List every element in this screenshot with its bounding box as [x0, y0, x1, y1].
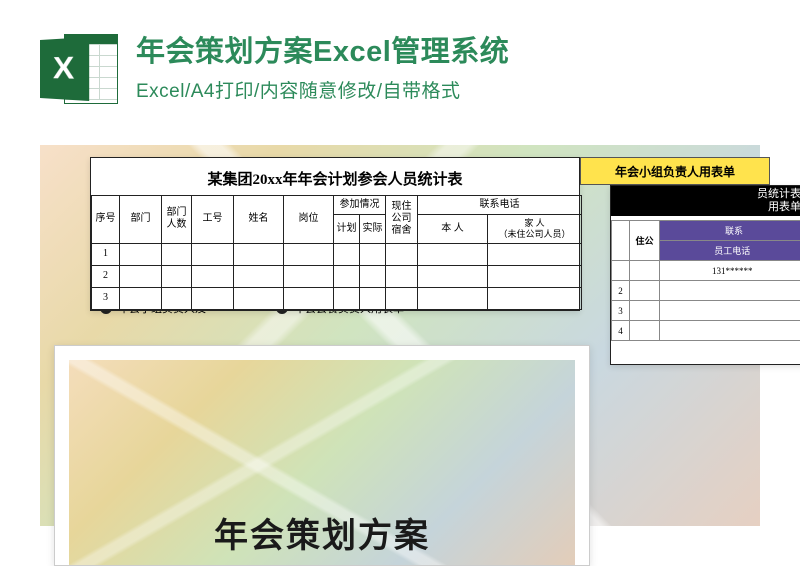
col-name: 姓名 — [234, 196, 284, 244]
table-row: 4 — [612, 321, 800, 341]
scheme-title: 年会策划方案 — [69, 508, 575, 557]
col-phone-self: 本 人 — [418, 215, 488, 244]
scheme-card: 年会策划方案 — [54, 345, 590, 566]
right-black-header: 员统计表 用表单 — [611, 186, 800, 216]
right-mini-table: 住公 联系 员工电话 131****** 2 3 4 — [611, 220, 800, 341]
col-phone-family: 家 人 （未住公司人员） — [488, 215, 582, 244]
yellow-tab-label: 年会小组负责人用表单 — [615, 163, 735, 180]
preview-stage: 某集团20xx年年会计划参会人员统计表 序号 部门 部门人数 工号 姓名 岗位 … — [40, 145, 760, 526]
table-row: 2 — [92, 265, 582, 287]
col-emp-phone: 员工电话 — [660, 241, 800, 261]
table-row: 131****** — [612, 261, 800, 281]
col-phone: 联系电话 — [418, 196, 582, 215]
col-attend-plan: 计划 — [334, 215, 360, 244]
header: X 年会策划方案Excel管理系统 Excel/A4打印/内容随意修改/自带格式 — [0, 0, 800, 123]
col-stay: 现住公司宿舍 — [386, 196, 418, 244]
excel-x-letter: X — [53, 51, 74, 87]
page-title: 年会策划方案Excel管理系统 — [136, 34, 509, 70]
table-row: 1 — [92, 243, 582, 265]
attendee-table-card: 某集团20xx年年会计划参会人员统计表 序号 部门 部门人数 工号 姓名 岗位 … — [90, 157, 580, 311]
col-seq: 序号 — [92, 196, 120, 244]
table-row: 3 — [612, 301, 800, 321]
attendee-table-title: 某集团20xx年年会计划参会人员统计表 — [91, 164, 579, 195]
right-table-card: 员统计表 用表单 住公 联系 员工电话 131****** 2 3 4 — [610, 185, 800, 365]
page-subtitle: Excel/A4打印/内容随意修改/自带格式 — [136, 76, 509, 103]
col-emp-no: 工号 — [192, 196, 234, 244]
col-attend-actual: 实际 — [360, 215, 386, 244]
col-attend: 参加情况 — [334, 196, 386, 215]
yellow-tab: 年会小组负责人用表单 — [580, 157, 770, 185]
excel-icon: X — [40, 30, 118, 108]
table-row: 3 — [92, 287, 582, 309]
attendee-table: 序号 部门 部门人数 工号 姓名 岗位 参加情况 现住公司宿舍 联系电话 计划 … — [91, 195, 582, 310]
table-row: 2 — [612, 281, 800, 301]
col-post: 岗位 — [284, 196, 334, 244]
col-dept: 部门 — [120, 196, 162, 244]
col-dept-count: 部门人数 — [162, 196, 192, 244]
